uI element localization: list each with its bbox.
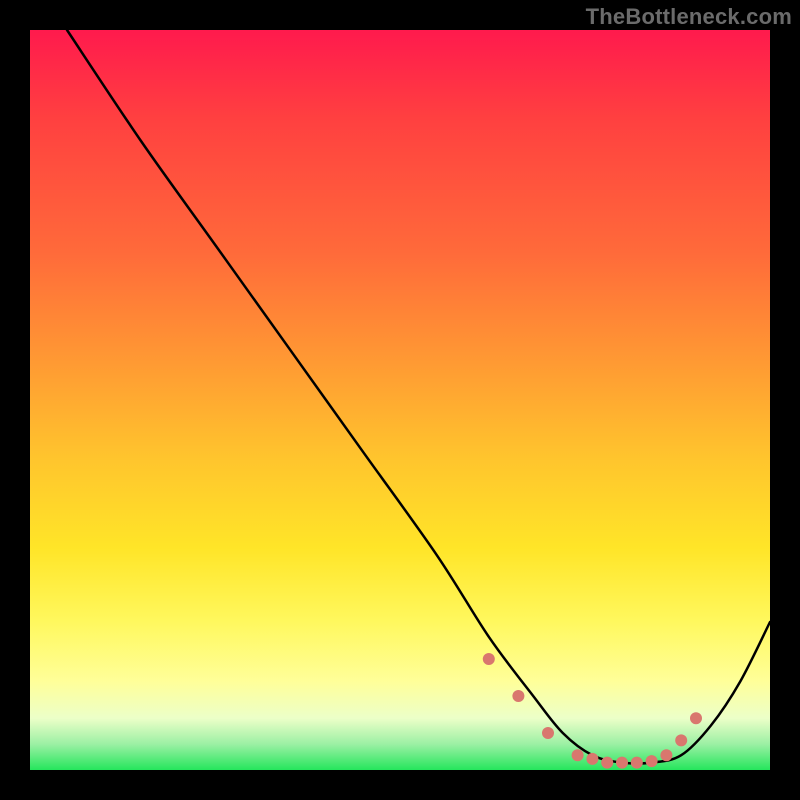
highlight-dot <box>616 757 628 769</box>
highlight-dot <box>631 757 643 769</box>
watermark-label: TheBottleneck.com <box>586 4 792 30</box>
chart-frame: TheBottleneck.com <box>0 0 800 800</box>
highlight-dot <box>542 727 554 739</box>
highlight-dot <box>690 712 702 724</box>
highlight-dot <box>601 757 613 769</box>
highlight-dot <box>512 690 524 702</box>
highlight-dot <box>646 755 658 767</box>
bottleneck-curve <box>67 30 770 764</box>
highlight-dots-group <box>483 653 702 769</box>
highlight-dot <box>660 749 672 761</box>
plot-area <box>30 30 770 770</box>
highlight-dot <box>483 653 495 665</box>
highlight-dot <box>675 734 687 746</box>
chart-svg <box>30 30 770 770</box>
highlight-dot <box>586 753 598 765</box>
highlight-dot <box>572 749 584 761</box>
